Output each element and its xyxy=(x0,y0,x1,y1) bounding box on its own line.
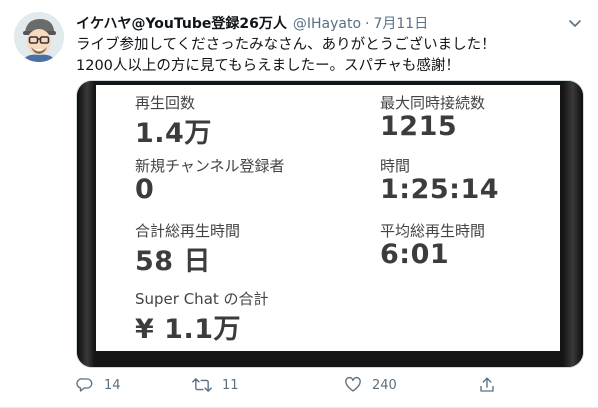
tweet-image[interactable]: 再生回数 1.4万 最大同時接続数 1215 新規チャンネル登録者 0 時間 1… xyxy=(76,80,584,368)
avatar-illustration xyxy=(14,12,64,62)
share-button[interactable] xyxy=(478,372,506,398)
tweet-card[interactable]: イケハヤ@YouTube登録26万人 @IHayato · 7月11日 ライブ参… xyxy=(0,0,598,408)
super-chat-label: Super Chat の合計 xyxy=(135,290,269,308)
display-name[interactable]: イケハヤ@YouTube登録26万人 xyxy=(76,13,287,33)
avg-watch-time-value: 6:01 xyxy=(380,239,450,270)
user-handle[interactable]: @IHayato xyxy=(293,16,361,32)
tweet-date[interactable]: 7月11日 xyxy=(373,13,428,33)
duration-value: 1:25:14 xyxy=(380,174,500,205)
like-button[interactable]: 240 xyxy=(344,372,397,398)
like-count: 240 xyxy=(372,377,397,393)
super-chat-value: ¥ 1.1万 xyxy=(135,314,242,345)
chevron-down-icon[interactable] xyxy=(566,14,584,32)
new-subscribers-label: 新規チャンネル登録者 xyxy=(135,157,285,175)
tweet-text-line: ライブ参加してくださったみなさん、ありがとうございました！ xyxy=(76,37,496,53)
heart-icon xyxy=(345,376,361,392)
total-watch-time-label: 合計総再生時間 xyxy=(135,222,241,240)
avg-watch-time-label: 平均総再生時間 xyxy=(380,222,486,240)
tweet-text: ライブ参加してくださったみなさん、ありがとうございました！ 1200人以上の方に… xyxy=(76,35,576,77)
views-value: 1.4万 xyxy=(135,118,212,149)
stats-screen: 再生回数 1.4万 最大同時接続数 1215 新規チャンネル登録者 0 時間 1… xyxy=(96,85,560,351)
retweet-icon xyxy=(192,378,212,392)
tweet-header: イケハヤ@YouTube登録26万人 @IHayato · 7月11日 xyxy=(76,13,428,33)
retweet-button[interactable]: 11 xyxy=(192,372,239,398)
max-concurrent-value: 1215 xyxy=(380,111,458,142)
views-label: 再生回数 xyxy=(135,94,196,112)
duration-label: 時間 xyxy=(380,157,411,175)
avatar[interactable] xyxy=(14,12,64,62)
reply-button[interactable]: 14 xyxy=(76,372,121,398)
separator-dot: · xyxy=(365,16,370,32)
total-watch-time-value: 58 日 xyxy=(135,246,211,277)
share-icon xyxy=(480,377,494,392)
reply-icon xyxy=(76,378,93,392)
max-concurrent-label: 最大同時接続数 xyxy=(380,94,486,112)
tweet-text-line: 1200人以上の方に見てもらえましたー。スパチャも感謝！ xyxy=(76,58,460,74)
action-bar: 14 11 240 xyxy=(76,372,584,398)
new-subscribers-value: 0 xyxy=(135,174,155,205)
reply-count: 14 xyxy=(104,377,121,393)
retweet-count: 11 xyxy=(222,377,239,393)
